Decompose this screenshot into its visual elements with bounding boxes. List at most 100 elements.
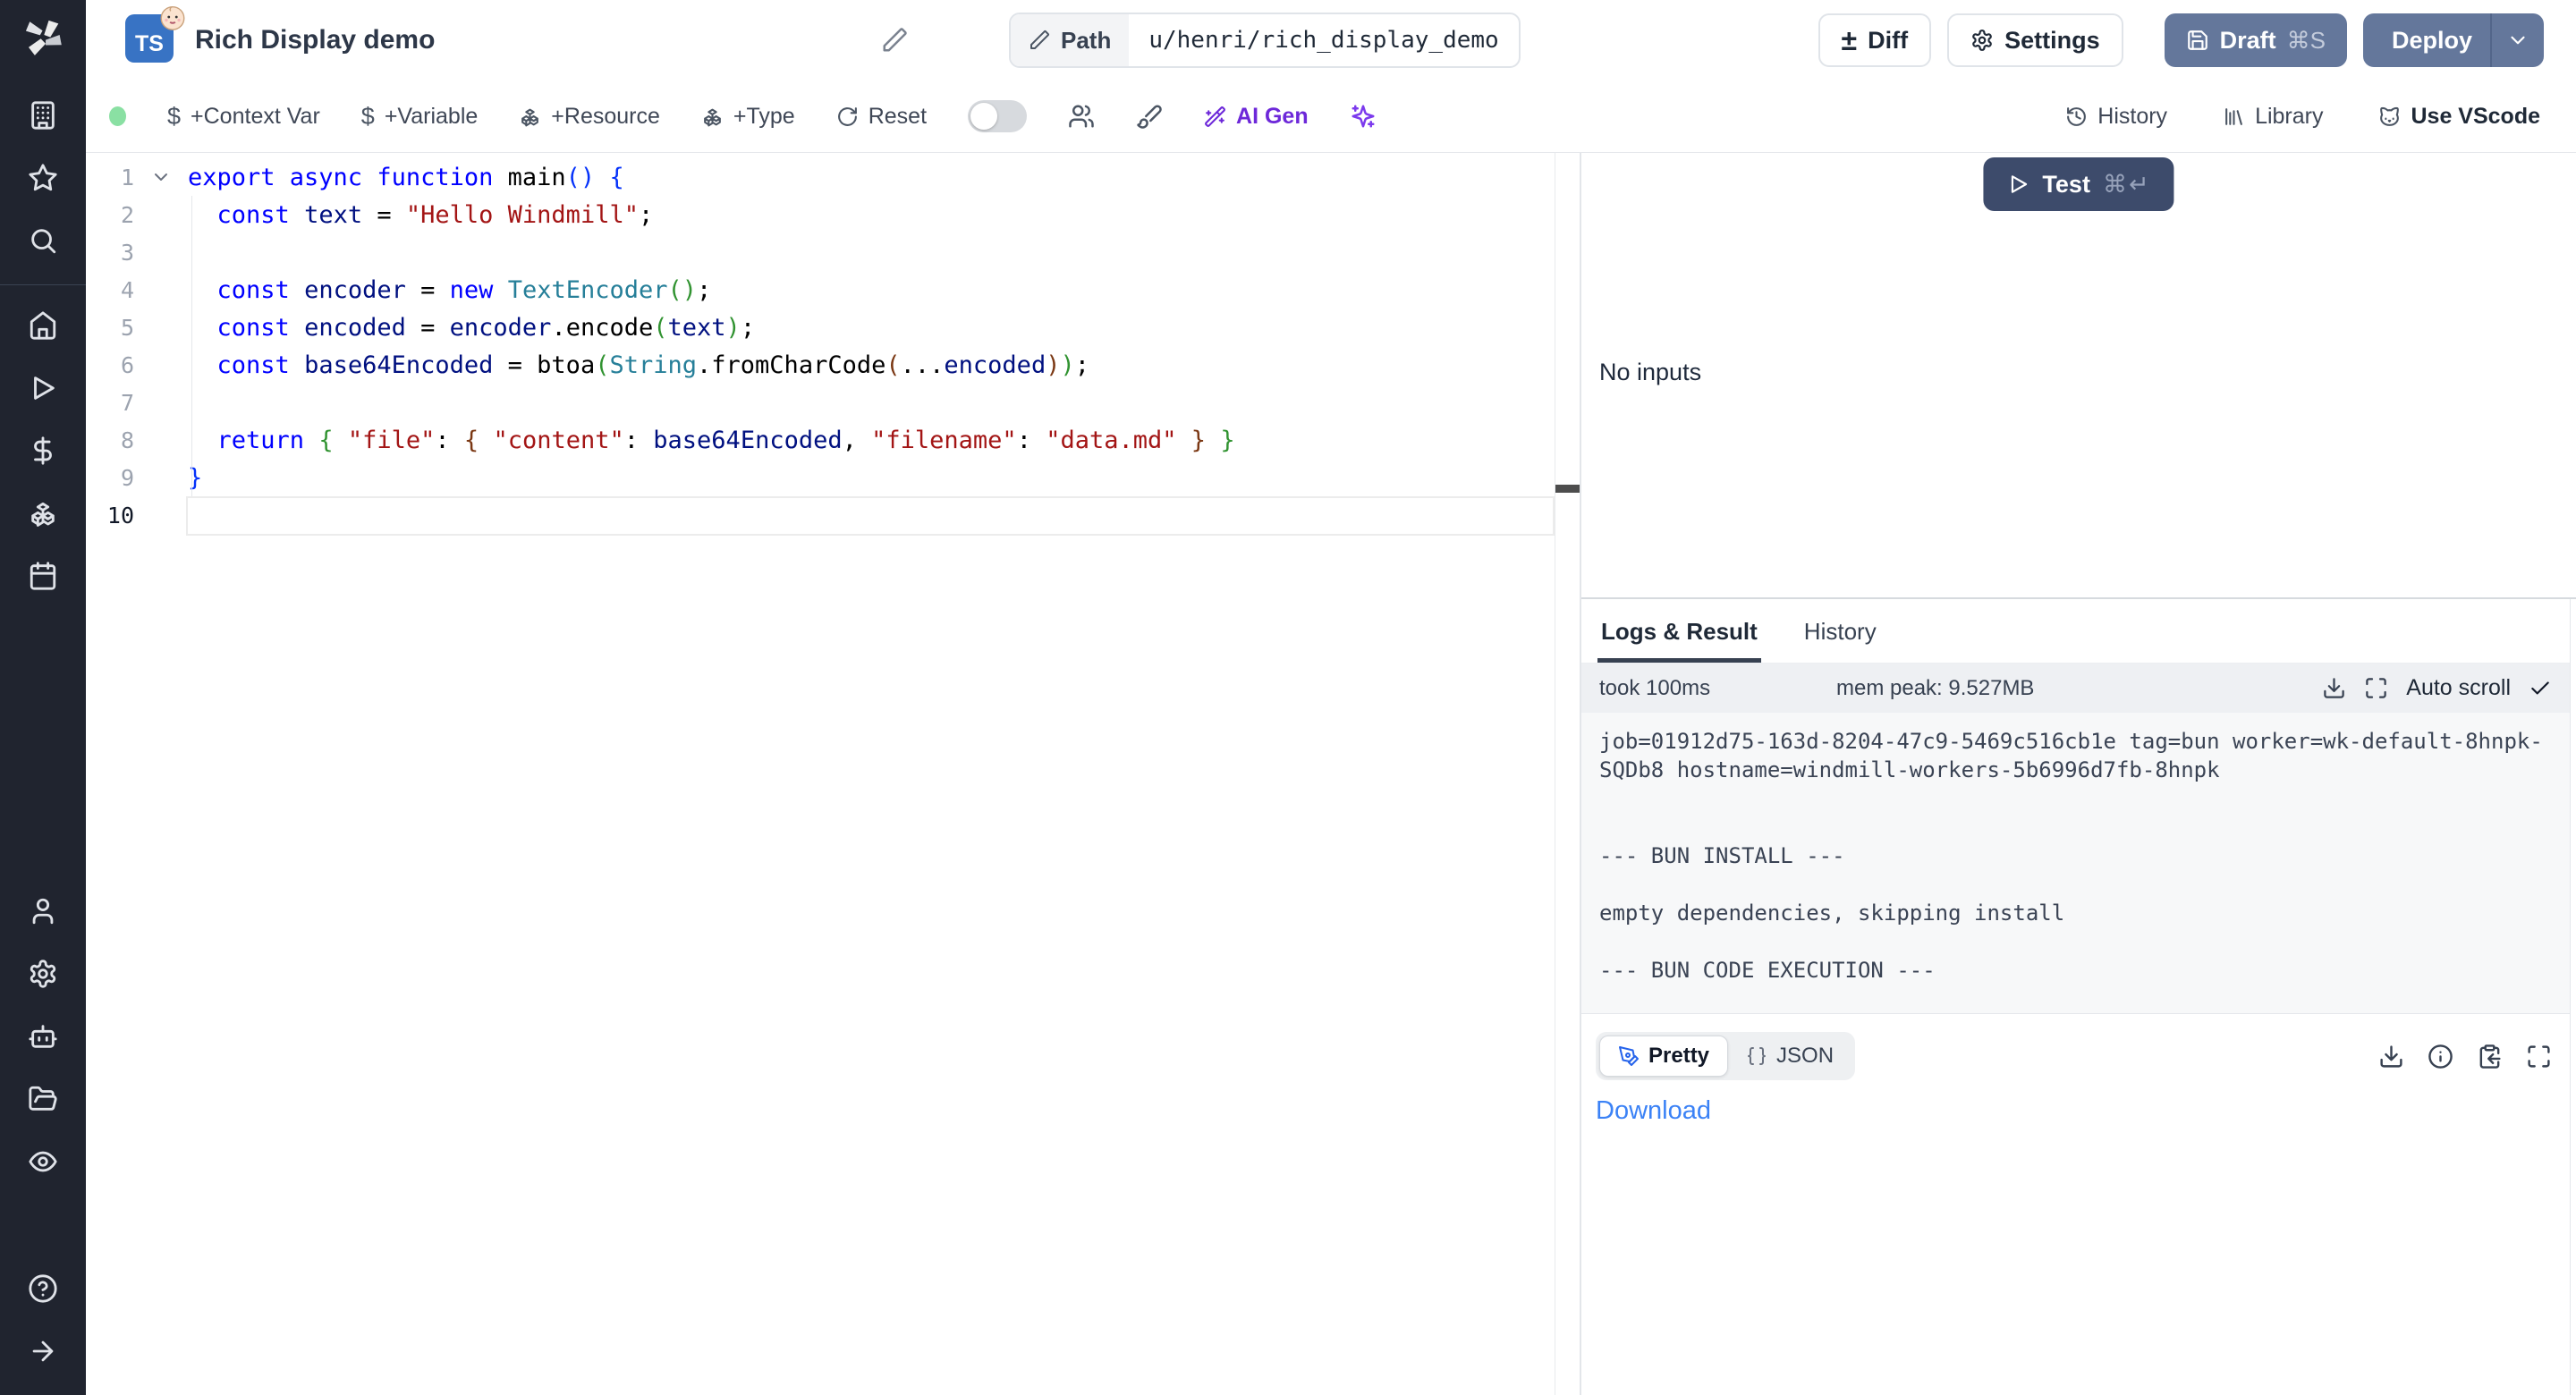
test-button[interactable]: Test ⌘↵ (1983, 157, 2174, 211)
add-type-button[interactable]: +Type (701, 104, 795, 130)
sidebar-item-dollar[interactable] (28, 435, 58, 466)
library-button[interactable]: Library (2223, 104, 2323, 130)
code-line[interactable]: 4 const encoder = new TextEncoder(); (86, 271, 1580, 309)
sidebar-item-boxes[interactable] (28, 498, 58, 528)
line-number: 9 (86, 465, 134, 491)
info-icon[interactable] (2428, 1044, 2453, 1070)
settings-button[interactable]: Settings (1947, 13, 2123, 67)
log-line (1599, 784, 2552, 813)
sidebar-item-home[interactable] (28, 310, 58, 341)
code-line[interactable]: 2 const text = "Hello Windmill"; (86, 196, 1580, 233)
sidebar-item-eye[interactable] (28, 1146, 58, 1177)
add-variable-button[interactable]: $ +Variable (361, 103, 479, 131)
code-line[interactable]: 1export async function main() { (86, 158, 1580, 196)
run-duration: took 100ms (1599, 676, 1827, 701)
sidebar-top-group (28, 84, 58, 272)
path-label-section: Path (1011, 14, 1129, 66)
download-file-link[interactable]: Download (1596, 1096, 1711, 1126)
copy-result-icon[interactable] (2477, 1044, 2503, 1070)
format-brush-icon[interactable] (1136, 103, 1163, 130)
gear-icon (1970, 29, 1994, 52)
code-line[interactable]: 10 (86, 496, 1580, 534)
code-editor[interactable]: 1export async function main() {2 const t… (86, 153, 1581, 1395)
log-line: --- BUN INSTALL --- (1599, 841, 2552, 870)
history-button[interactable]: History (2065, 104, 2167, 130)
sidebar-item-folder-open[interactable] (28, 1084, 58, 1114)
deploy-options-caret[interactable] (2490, 13, 2544, 67)
collab-toggle[interactable] (968, 100, 1027, 132)
log-line: --- BUN CODE EXECUTION --- (1599, 956, 2552, 985)
download-result-icon[interactable] (2378, 1044, 2404, 1070)
tab-logs-result[interactable]: Logs & Result (1597, 604, 1761, 663)
diff-button[interactable]: ± Diff (1818, 13, 1932, 67)
code-line[interactable]: 8 return { "file": { "content": base64En… (86, 421, 1580, 459)
reset-button[interactable]: Reset (836, 104, 927, 130)
language-badge-wrap: TS (125, 14, 175, 64)
sidebar-item-star[interactable] (28, 163, 58, 193)
boxes-icon (28, 498, 58, 528)
sparkles-icon[interactable] (1350, 103, 1377, 130)
line-number: 5 (86, 315, 134, 341)
rotate-cw-icon (836, 106, 859, 128)
add-resource-button[interactable]: +Resource (519, 104, 660, 130)
edit-summary-pencil-icon[interactable] (881, 27, 908, 54)
users-icon[interactable] (1068, 103, 1095, 130)
tab-history[interactable]: History (1801, 604, 1880, 663)
download-logs-icon[interactable] (2322, 676, 2346, 700)
mem-peak: mem peak: 9.527MB (1836, 676, 2034, 701)
sidebar-item-bot[interactable] (28, 1021, 58, 1052)
dollar-icon: $ (167, 103, 181, 131)
expand-result-icon[interactable] (2526, 1044, 2552, 1070)
status-dot (109, 106, 126, 126)
sidebar-item-search[interactable] (28, 225, 58, 256)
code-line[interactable]: 6 const base64Encoded = btoa(String.from… (86, 346, 1580, 384)
sidebar-tools-group (28, 880, 58, 1193)
pretty-view-button[interactable]: Pretty (1599, 1036, 1728, 1077)
overview-ruler-cursor-mark[interactable] (1555, 485, 1580, 493)
package-icon (701, 106, 724, 128)
path-label: Path (1061, 27, 1111, 55)
test-shortcut: ⌘↵ (2103, 171, 2151, 199)
fold-chevron-icon[interactable] (150, 166, 172, 188)
windmill-logo[interactable] (20, 14, 66, 61)
path-selector[interactable]: Path u/henri/rich_display_demo (1009, 13, 1521, 68)
log-output: job=01912d75-163d-8204-47c9-5469c516cb1e… (1581, 713, 2570, 1013)
line-number: 6 (86, 352, 134, 378)
expand-logs-icon[interactable] (2364, 676, 2388, 700)
search-icon (28, 225, 58, 256)
play-icon (28, 373, 58, 403)
toggle-knob (970, 103, 997, 130)
log-line (1599, 870, 2552, 899)
draft-shortcut: ⌘S (2287, 27, 2326, 55)
save-icon (2186, 29, 2209, 52)
sidebar-item-settings[interactable] (28, 959, 58, 989)
folder-open-icon (28, 1084, 58, 1114)
home-icon (28, 310, 58, 341)
bot-icon (28, 1021, 58, 1052)
app-sidebar (0, 0, 86, 1395)
sidebar-item-building[interactable] (28, 100, 58, 131)
code-line[interactable]: 9} (86, 459, 1580, 496)
json-view-button[interactable]: JSON (1728, 1036, 1852, 1076)
add-context-var-button[interactable]: $ +Context Var (167, 103, 320, 131)
run-panel: Test ⌘↵ No inputs Logs & Result History … (1581, 153, 2576, 1395)
ai-gen-button[interactable]: AI Gen (1204, 104, 1309, 130)
no-inputs-text: No inputs (1599, 359, 1701, 386)
baby-emoji-badge (157, 2, 188, 32)
sidebar-item-calendar[interactable] (28, 561, 58, 591)
code-line[interactable]: 3 (86, 233, 1580, 271)
sidebar-item-user[interactable] (28, 896, 58, 926)
line-number: 3 (86, 240, 134, 266)
sidebar-item-help-circle[interactable] (28, 1273, 58, 1304)
sidebar-item-play[interactable] (28, 373, 58, 403)
sidebar-bottom-group (28, 1257, 58, 1382)
braces-icon (1746, 1045, 1767, 1067)
draft-button[interactable]: Draft ⌘S (2165, 13, 2347, 67)
code-line[interactable]: 5 const encoded = encoder.encode(text); (86, 309, 1580, 346)
auto-scroll-label[interactable]: Auto scroll (2406, 675, 2511, 701)
use-vscode-button[interactable]: Use VScode (2378, 104, 2540, 130)
code-line[interactable]: 7 (86, 384, 1580, 421)
magic-wand-icon (1204, 106, 1226, 128)
deploy-button[interactable]: Deploy (2363, 13, 2490, 67)
sidebar-item-arrow-right[interactable] (28, 1336, 58, 1366)
